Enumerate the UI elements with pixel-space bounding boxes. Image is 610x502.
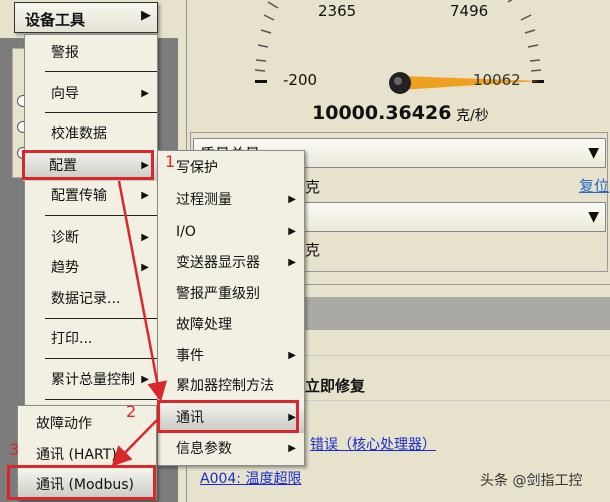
arrow-to-communication <box>117 180 168 402</box>
annotation-arrows <box>111 180 168 467</box>
arrow-to-modbus <box>111 419 158 467</box>
